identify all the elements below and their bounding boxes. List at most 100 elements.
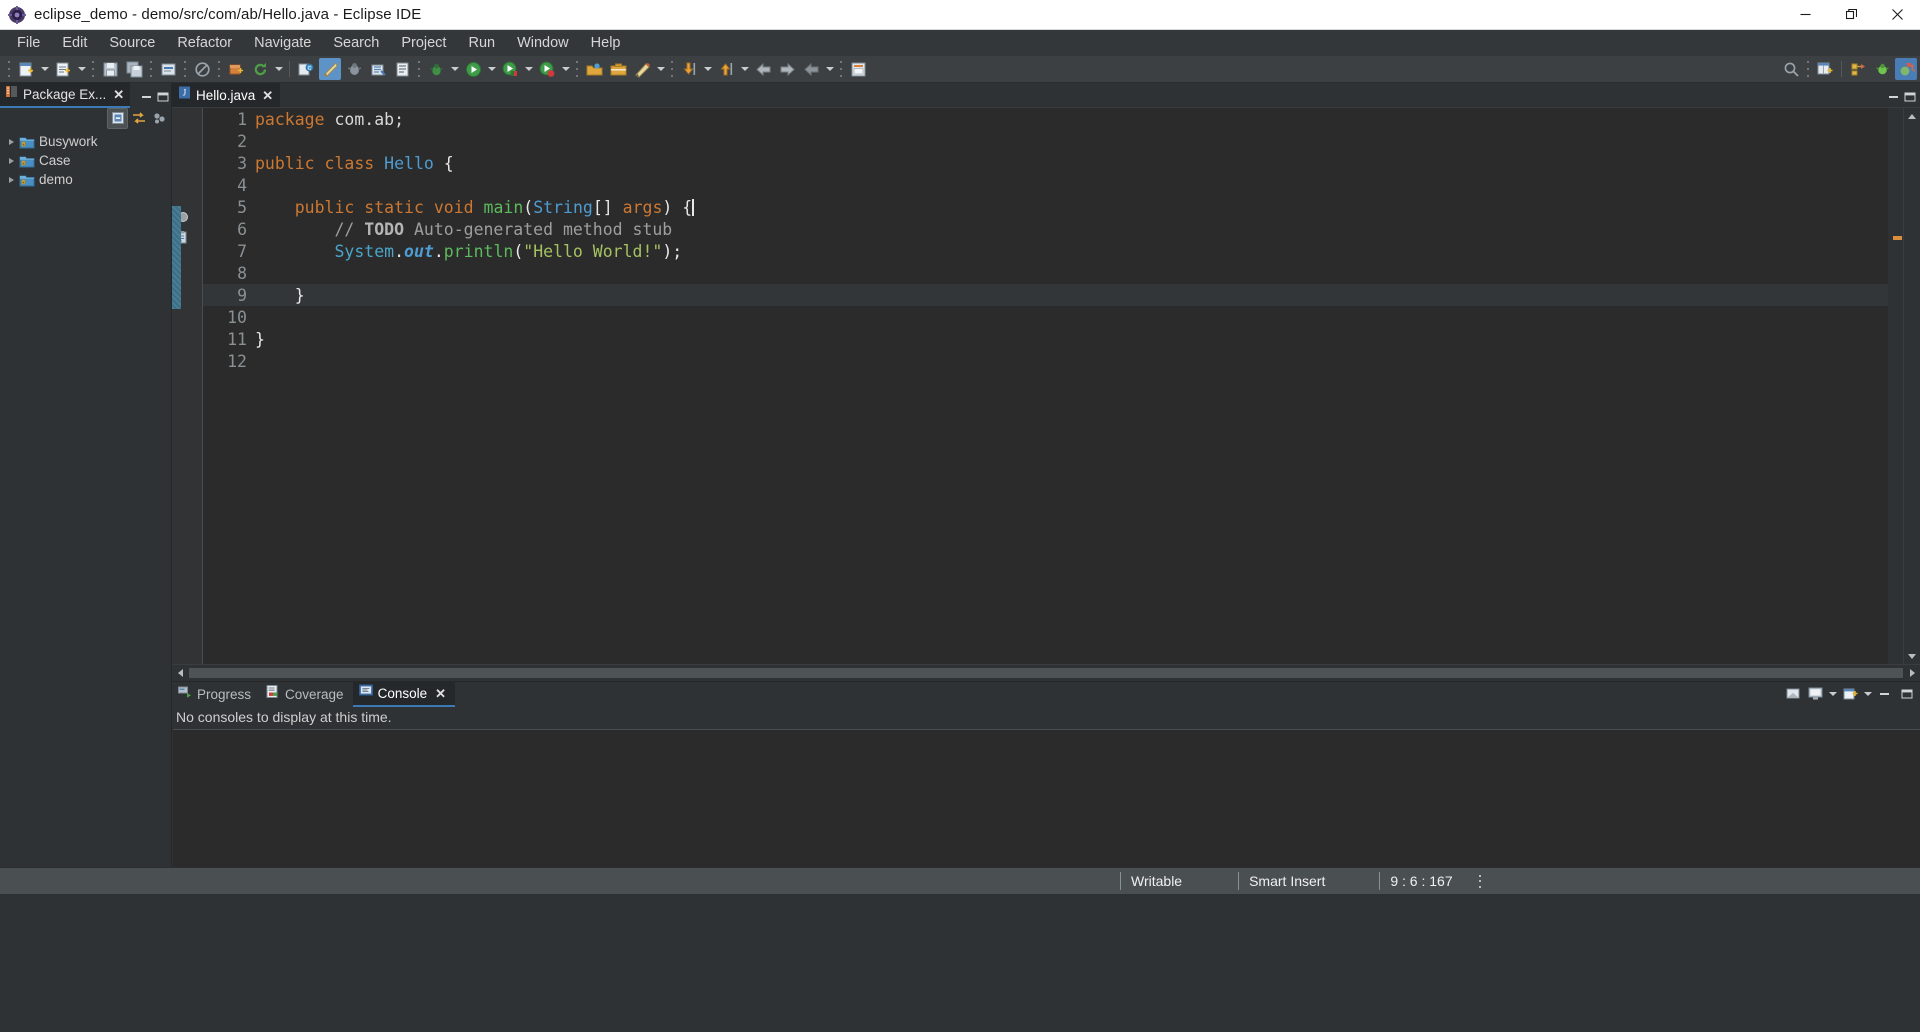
- search-ruler-icon[interactable]: [319, 58, 341, 80]
- editor-tab-hello-java[interactable]: J Hello.java ✕: [172, 83, 281, 109]
- debug-dropdown-icon[interactable]: [448, 58, 461, 80]
- menu-window[interactable]: Window: [506, 32, 580, 54]
- code-line[interactable]: 11}: [203, 328, 1888, 350]
- coverage-icon[interactable]: [499, 58, 521, 80]
- code-lines[interactable]: 1 package com.ab; 2 3 public class Hello {4 5…: [203, 108, 1888, 664]
- step-return-icon[interactable]: [715, 58, 737, 80]
- menu-project[interactable]: Project: [390, 32, 457, 54]
- minimize-icon[interactable]: [1875, 684, 1895, 704]
- tree-item-case[interactable]: Case: [0, 151, 171, 170]
- new-java-project-icon[interactable]: [52, 58, 74, 80]
- run-record-icon[interactable]: [536, 58, 558, 80]
- debug-perspective-icon[interactable]: [1871, 58, 1893, 80]
- new-console-view-icon[interactable]: [1840, 684, 1860, 704]
- link-with-editor-icon[interactable]: [129, 109, 148, 128]
- code-line[interactable]: 1 package com.ab;: [203, 108, 1888, 130]
- open-task-icon[interactable]: [391, 58, 413, 80]
- package-explorer-tab[interactable]: Package Ex... ✕: [0, 82, 131, 108]
- overview-ruler[interactable]: [1888, 108, 1903, 664]
- maximize-icon[interactable]: [1897, 684, 1917, 704]
- status-menu-icon[interactable]: [1475, 874, 1485, 888]
- pencil-icon[interactable]: [631, 58, 653, 80]
- overview-marker[interactable]: [1893, 236, 1902, 240]
- display-selected-console-icon[interactable]: [1805, 684, 1825, 704]
- quick-search-icon[interactable]: [1780, 58, 1802, 80]
- coverage-dropdown-icon[interactable]: [522, 58, 535, 80]
- toolbar-grip[interactable]: [6, 59, 12, 79]
- minimize-button[interactable]: [1782, 0, 1828, 29]
- chevron-right-icon[interactable]: [4, 158, 18, 164]
- chevron-right-icon[interactable]: [4, 139, 18, 145]
- scroll-left-icon[interactable]: [172, 665, 188, 681]
- folding-ruler[interactable]: [172, 108, 202, 664]
- new-window-icon[interactable]: [1814, 58, 1836, 80]
- toolbar-grip-right[interactable]: [1805, 59, 1811, 79]
- run-dropdown-icon[interactable]: [485, 58, 498, 80]
- close-button[interactable]: [1874, 0, 1920, 29]
- debug-bug-icon[interactable]: [343, 58, 365, 80]
- toolbar-grip-6[interactable]: [416, 59, 422, 79]
- tab-coverage[interactable]: Coverage: [260, 682, 353, 706]
- step-into-dropdown-icon[interactable]: [701, 58, 714, 80]
- code-line[interactable]: 3 public class Hello {: [203, 152, 1888, 174]
- briefcase-icon[interactable]: [607, 58, 629, 80]
- scrollbar-thumb[interactable]: [189, 668, 1903, 678]
- code-line[interactable]: 4: [203, 174, 1888, 196]
- pin-editor-icon[interactable]: [847, 58, 869, 80]
- previous-arrow-icon[interactable]: [800, 58, 822, 80]
- next-arrow-icon[interactable]: [823, 58, 836, 80]
- code-line[interactable]: 9 }: [203, 284, 1888, 306]
- tab-console[interactable]: Console ✕: [352, 681, 456, 707]
- minimize-icon[interactable]: [141, 89, 153, 99]
- toolbar-grip-9[interactable]: [838, 59, 844, 79]
- open-console-icon[interactable]: [1783, 684, 1803, 704]
- scroll-right-icon[interactable]: [1904, 665, 1920, 681]
- debug-icon[interactable]: [425, 58, 447, 80]
- view-menu-icon[interactable]: [149, 109, 168, 128]
- close-icon[interactable]: ✕: [435, 687, 446, 700]
- new-java-project-dropdown-icon[interactable]: [75, 58, 88, 80]
- toolbar-grip-5[interactable]: [216, 59, 222, 79]
- code-line[interactable]: 2: [203, 130, 1888, 152]
- tree-item-demo[interactable]: demo: [0, 170, 171, 189]
- refresh-dropdown-icon[interactable]: [272, 58, 285, 80]
- tree-item-busywork[interactable]: Busywork: [0, 132, 171, 151]
- folding-range-bar[interactable]: [172, 206, 181, 309]
- open-folder-icon[interactable]: [583, 58, 605, 80]
- menu-edit[interactable]: Edit: [51, 32, 98, 54]
- menu-navigate[interactable]: Navigate: [243, 32, 322, 54]
- pencil-dropdown-icon[interactable]: [654, 58, 667, 80]
- no-entry-icon[interactable]: [191, 58, 213, 80]
- save-icon[interactable]: [99, 58, 121, 80]
- java-ee-perspective-icon[interactable]: [1895, 58, 1917, 80]
- toolbar-grip-4[interactable]: [182, 59, 188, 79]
- minimize-icon[interactable]: [1888, 89, 1900, 99]
- new-wizard-dropdown-icon[interactable]: [38, 58, 51, 80]
- toolbar-grip-8[interactable]: [669, 59, 675, 79]
- back-arrow-icon[interactable]: [752, 58, 774, 80]
- console-dropdown-icon[interactable]: [1826, 683, 1839, 705]
- code-line[interactable]: 10: [203, 306, 1888, 328]
- maximize-icon[interactable]: [157, 89, 169, 102]
- code-line[interactable]: 5 public static void main(String[] args)…: [203, 196, 1888, 218]
- menu-run[interactable]: Run: [457, 32, 506, 54]
- new-wizard-icon[interactable]: [15, 58, 37, 80]
- close-icon[interactable]: ✕: [113, 88, 124, 101]
- collapse-all-icon[interactable]: [107, 107, 128, 129]
- console-output-area[interactable]: [173, 729, 1920, 867]
- run-record-dropdown-icon[interactable]: [559, 58, 572, 80]
- open-type-icon[interactable]: C: [295, 58, 317, 80]
- refresh-icon[interactable]: [249, 58, 271, 80]
- run-icon[interactable]: [462, 58, 484, 80]
- menu-refactor[interactable]: Refactor: [166, 32, 243, 54]
- editor-horizontal-scrollbar[interactable]: [172, 664, 1920, 681]
- code-line[interactable]: 8: [203, 262, 1888, 284]
- toolbar-grip-3[interactable]: [148, 59, 154, 79]
- scrollbar-track[interactable]: [1904, 124, 1920, 648]
- code-line[interactable]: 7 System.out.println("Hello World!");: [203, 240, 1888, 262]
- print-icon[interactable]: [157, 58, 179, 80]
- scroll-up-icon[interactable]: [1904, 108, 1920, 124]
- menu-file[interactable]: File: [6, 32, 51, 54]
- code-editor[interactable]: 1 package com.ab; 2 3 public class Hello {4 5…: [172, 107, 1920, 664]
- code-line[interactable]: 6 // TODO Auto-generated method stub: [203, 218, 1888, 240]
